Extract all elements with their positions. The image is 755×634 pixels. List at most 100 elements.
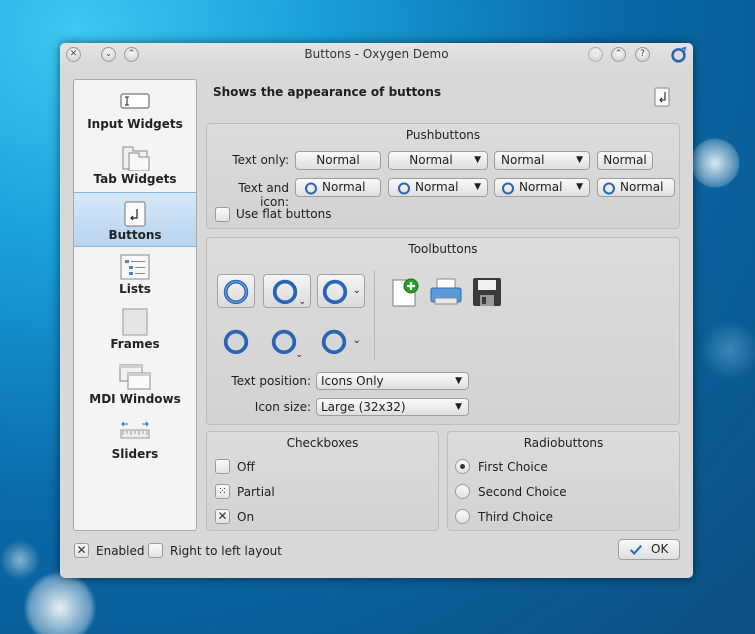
chevron-down-icon: ▼ [455,376,462,386]
button-label: Normal [415,180,459,194]
text-and-icon-label: Text and icon: [238,181,289,209]
group-title: Pushbuttons [405,128,481,142]
background-bokeh [700,320,755,380]
background-bokeh [24,572,96,634]
enabled-checkbox[interactable]: ✕ [74,543,89,558]
sidebar-item-input-widgets[interactable]: Input Widgets [74,82,196,137]
tool-button-menu[interactable]: ⌄ [263,274,311,308]
sidebar-item-mdi-windows[interactable]: MDI Windows [74,357,196,412]
sidebar-item-tab-widgets[interactable]: Tab Widgets [74,137,196,192]
ok-button[interactable]: OK [618,539,680,560]
sidebar-item-buttons[interactable]: Buttons [74,192,196,247]
button-label: Normal [519,180,563,194]
sliders-icon [120,421,150,439]
combo-value: Large (32x32) [321,400,406,414]
enabled-label[interactable]: Enabled [96,544,145,558]
chevron-down-icon: ▼ [576,182,583,192]
sidebar-item-frames[interactable]: Frames [74,302,196,357]
button-label: Normal [316,153,360,167]
ok-label: OK [651,542,669,556]
radiobuttons-group: Radiobuttons First Choice Second Choice … [447,431,680,531]
sidebar-item-label: Buttons [108,228,162,242]
chevron-down-icon: ⌄ [352,335,361,346]
oxygen-icon [272,279,298,305]
icon-size-combo[interactable]: Large (32x32) ▼ [316,398,469,416]
group-title: Toolbuttons [408,242,478,256]
save-icon[interactable] [471,276,503,308]
button-label: Normal [322,180,366,194]
chevron-down-icon: ▼ [474,155,481,165]
window-menu-button[interactable]: · [588,47,603,62]
radio-first-choice[interactable] [455,459,470,474]
flat-tool-button[interactable] [217,324,257,360]
new-document-icon[interactable] [389,276,421,308]
radio-label[interactable]: First Choice [478,460,548,474]
normal-icon-small-button[interactable]: Normal [597,178,675,197]
icon-size-label: Icon size: [254,400,311,414]
sidebar-item-label: Sliders [111,447,159,461]
combo-value: Icons Only [321,374,384,388]
keep-above-button[interactable]: ⌃ [611,47,626,62]
mdi-windows-icon [119,364,151,390]
sidebar-item-sliders[interactable]: Sliders [74,412,196,467]
checkbox-partial[interactable]: ⁙ [215,484,230,499]
flat-buttons-label[interactable]: Use flat buttons [236,207,332,221]
background-bokeh [690,138,740,188]
sidebar-item-lists[interactable]: Lists [74,247,196,302]
sidebar-item-label: Lists [119,282,151,296]
oxygen-icon [398,182,410,195]
sidebar-item-label: MDI Windows [89,392,181,406]
normal-menu-button[interactable]: Normal ▼ [388,151,488,170]
normal-icon-menu-button[interactable]: Normal ▼ [388,178,488,197]
checkbox-off[interactable] [215,459,230,474]
oxygen-icon [671,46,687,63]
buttons-page-icon [654,87,670,107]
sidebar-item-label: Frames [110,337,160,351]
oxygen-icon [223,279,249,305]
normal-icon-button[interactable]: Normal [295,178,381,197]
radio-second-choice[interactable] [455,484,470,499]
flat-buttons-checkbox[interactable] [215,207,230,222]
oxygen-icon [322,279,348,305]
radio-third-choice[interactable] [455,509,470,524]
checkbox-label[interactable]: Off [237,460,255,474]
printer-icon[interactable] [429,276,463,308]
chevron-down-icon: ▼ [455,402,462,412]
chevron-down-icon: ▼ [576,155,583,165]
oxygen-icon [305,182,317,195]
buttons-icon [124,201,146,227]
chevron-down-icon: ⌄ [295,350,303,360]
oxygen-icon [223,329,249,355]
flat-tool-button-split[interactable]: ⌄ [317,324,367,360]
normal-combo-box[interactable]: Normal ▼ [494,151,590,170]
button-label: Normal [603,153,647,167]
oxygen-icon [603,182,615,195]
lists-icon [120,254,150,280]
title-bar[interactable]: ✕ ⌄ ⌃ Buttons - Oxygen Demo · ⌃ ? [60,43,693,67]
checkmark-icon [630,544,643,556]
chevron-down-icon: ⌄ [352,285,361,296]
radio-label[interactable]: Second Choice [478,485,567,499]
input-widget-icon [120,93,150,109]
oxygen-icon [321,329,347,355]
normal-button[interactable]: Normal [295,151,381,170]
text-position-combo[interactable]: Icons Only ▼ [316,372,469,390]
chevron-down-icon: ▼ [474,182,481,192]
rtl-layout-label[interactable]: Right to left layout [170,544,282,558]
normal-small-button[interactable]: Normal [597,151,653,170]
tool-button-split[interactable]: ⌄ [317,274,365,308]
background-bokeh [0,540,40,580]
flat-tool-button-menu[interactable]: ⌄ [265,324,305,360]
radio-label[interactable]: Third Choice [478,510,553,524]
tab-widget-icon [122,146,150,171]
help-button[interactable]: ? [635,47,650,62]
normal-icon-combo-box[interactable]: Normal ▼ [494,178,590,197]
oxygen-icon [502,182,514,195]
tool-button[interactable] [217,274,255,308]
checkbox-on[interactable]: ✕ [215,509,230,524]
checkbox-label[interactable]: Partial [237,485,275,499]
rtl-layout-checkbox[interactable] [148,543,163,558]
sidebar-item-label: Input Widgets [87,117,183,131]
checkbox-label[interactable]: On [237,510,254,524]
group-title: Radiobuttons [523,436,604,450]
